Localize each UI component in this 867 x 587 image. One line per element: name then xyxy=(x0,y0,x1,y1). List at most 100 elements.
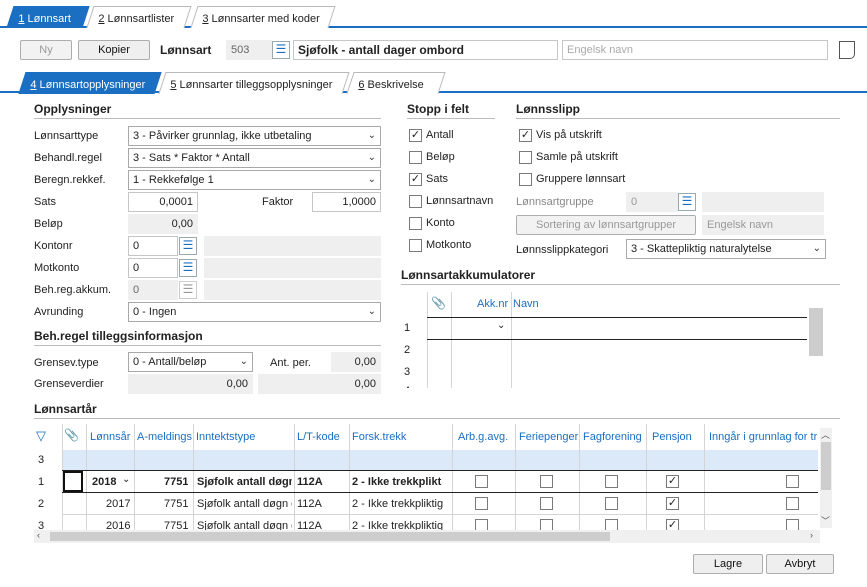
checkbox-gruppere[interactable] xyxy=(519,173,532,186)
cell-year[interactable]: 2016 xyxy=(106,520,130,530)
checkbox-fagforening[interactable] xyxy=(605,519,618,530)
cell-lt-kode[interactable]: 112A xyxy=(297,498,322,510)
cell-forsk-trekk[interactable]: 2 - Ikke trekkpliktig xyxy=(352,498,450,510)
sortering-button[interactable]: Sortering av lønnsartgrupper xyxy=(516,215,696,235)
kategori-select[interactable]: 3 - Skattepliktig naturalytelse ⌄ xyxy=(626,239,826,259)
checkbox-feriepenger[interactable] xyxy=(540,519,553,530)
lookup-icon[interactable]: ☰ xyxy=(272,41,290,59)
checkbox-arb-g-avg[interactable] xyxy=(475,497,488,510)
tab-beskrivelse[interactable]: 6 Beskrivelse xyxy=(346,72,446,94)
kontonr-field[interactable]: 0 xyxy=(128,236,178,256)
scroll-left-icon[interactable]: ‹ xyxy=(37,530,40,540)
checkbox-pensjon[interactable]: ✓ xyxy=(666,519,679,530)
tab-lonnsartopplysninger[interactable]: 4 Lønnsartopplysninger xyxy=(18,72,162,94)
vertical-scrollbar[interactable]: ︿ ﹀ xyxy=(820,428,832,528)
cell-forsk-trekk[interactable]: 2 - Ikke trekkplikt xyxy=(352,476,450,488)
checkbox-motkonto[interactable] xyxy=(409,239,422,252)
col-navn[interactable]: Navn xyxy=(513,298,539,310)
scrollbar-thumb[interactable] xyxy=(50,532,610,541)
cell-lt-kode[interactable]: 112A xyxy=(297,520,322,530)
checkbox-samle[interactable] xyxy=(519,151,532,164)
col-lonnsar[interactable]: Lønnsår xyxy=(90,431,130,443)
lonnsart-number[interactable]: 503 xyxy=(226,40,272,60)
new-button[interactable]: Ny xyxy=(20,40,72,60)
col-fagforening[interactable]: Fagforening xyxy=(583,431,642,443)
checkbox-konto[interactable] xyxy=(409,217,422,230)
lookup-icon[interactable]: ☰ xyxy=(678,193,696,211)
grid-line xyxy=(427,292,428,388)
cancel-button[interactable]: Avbryt xyxy=(766,554,834,574)
scrollbar-thumb[interactable] xyxy=(809,308,823,356)
chevron-down-icon[interactable]: ⌄ xyxy=(497,320,505,331)
cell-a-meldings[interactable]: 7751 xyxy=(164,520,188,530)
belop-field: 0,00 xyxy=(128,214,198,234)
tab-lonnsartlister[interactable]: 2 Lønnsartlister xyxy=(86,6,192,28)
checkbox-belop[interactable] xyxy=(409,151,422,164)
cell-a-meldings[interactable]: 7751 xyxy=(164,476,188,488)
lonnsarttype-select[interactable]: 3 - Påvirker grunnlag, ikke utbetaling ⌄ xyxy=(128,126,381,146)
row-selector[interactable] xyxy=(63,471,83,492)
checkbox-inngar[interactable] xyxy=(786,475,799,488)
save-button[interactable]: Lagre xyxy=(693,554,763,574)
checkbox-lonnsartnavn[interactable] xyxy=(409,195,422,208)
checkbox-arb-g-avg[interactable] xyxy=(475,519,488,530)
lookup-icon[interactable]: ☰ xyxy=(179,259,197,277)
checkbox-fagforening[interactable] xyxy=(605,497,618,510)
cell-inntektstype[interactable]: Sjøfolk antall døgn o xyxy=(197,520,292,530)
chevron-down-icon[interactable]: ⌄ xyxy=(122,474,130,485)
col-feriepenger[interactable]: Feriepenger xyxy=(519,431,578,443)
filter-icon[interactable]: ▽ xyxy=(36,428,46,444)
col-arb-g-avg[interactable]: Arb.g.avg. xyxy=(458,431,508,443)
checkbox-fagforening[interactable] xyxy=(605,475,618,488)
scrollbar-thumb[interactable] xyxy=(821,442,831,490)
checkbox-arb-g-avg[interactable] xyxy=(475,475,488,488)
table-row[interactable]: 1 2018 ⌄ 7751 Sjøfolk antall døgn 112A 2… xyxy=(34,471,818,492)
col-forsk-trekk[interactable]: Forsk.trekk xyxy=(352,431,406,443)
checkbox-antall[interactable]: ✓ xyxy=(409,129,422,142)
cell-inntektstype[interactable]: Sjøfolk antall døgn o xyxy=(197,498,292,510)
lonnsart-name-field[interactable]: Sjøfolk - antall dager ombord xyxy=(293,40,558,60)
copy-button[interactable]: Kopier xyxy=(78,40,150,60)
scroll-down-icon[interactable]: ﹀ xyxy=(821,514,830,527)
tab-lonnsart[interactable]: 1 Lønnsart xyxy=(6,6,90,28)
checkbox-sats[interactable]: ✓ xyxy=(409,173,422,186)
scroll-right-icon[interactable]: › xyxy=(810,530,813,540)
sats-field[interactable]: 0,0001 xyxy=(128,192,198,212)
checkbox-label: Lønnsartnavn xyxy=(426,195,494,207)
scroll-up-icon[interactable]: ︿ xyxy=(821,428,830,441)
motkonto-field[interactable]: 0 xyxy=(128,258,178,278)
checkbox-feriepenger[interactable] xyxy=(540,497,553,510)
col-inngar-grunnlag[interactable]: Inngår i grunnlag for tr xyxy=(709,431,817,443)
beregn-select[interactable]: 1 - Rekkefølge 1 ⌄ xyxy=(128,170,381,190)
col-lt-kode[interactable]: L/T-kode xyxy=(297,431,340,443)
checkbox-inngar[interactable] xyxy=(786,519,799,530)
behandl-select[interactable]: 3 - Sats * Faktor * Antall ⌄ xyxy=(128,148,381,168)
cell-year[interactable]: 2018 xyxy=(92,476,116,488)
col-akknr[interactable]: Akk.nr xyxy=(477,298,508,310)
horizontal-scrollbar[interactable]: ‹ › xyxy=(34,530,820,543)
table-row[interactable]: 2 2017 7751 Sjøfolk antall døgn o 112A 2… xyxy=(34,493,818,514)
table-row[interactable]: 3 2016 7751 Sjøfolk antall døgn o 112A 2… xyxy=(34,515,818,530)
tab-tilleggsopplysninger[interactable]: 5 Lønnsarter tilleggsopplysninger xyxy=(158,72,350,94)
cell-lt-kode[interactable]: 112A xyxy=(297,476,323,488)
checkbox-vis-pa-utskrift[interactable]: ✓ xyxy=(519,129,532,142)
faktor-field[interactable]: 1,0000 xyxy=(312,192,381,212)
avrunding-select[interactable]: 0 - Ingen ⌄ xyxy=(128,302,381,322)
tab-lonnsarter-med-koder[interactable]: 3 Lønnsarter med koder xyxy=(190,6,336,28)
cell-year[interactable]: 2017 xyxy=(106,498,130,510)
lookup-icon[interactable]: ☰ xyxy=(179,237,197,255)
checkbox-feriepenger[interactable] xyxy=(540,475,553,488)
checkbox-pensjon[interactable]: ✓ xyxy=(666,497,679,510)
grenseverdier-label: Grenseverdier xyxy=(34,378,104,390)
cell-forsk-trekk[interactable]: 2 - Ikke trekkpliktig xyxy=(352,520,450,530)
col-inntektstype[interactable]: Inntektstype xyxy=(196,431,255,443)
col-a-meldings[interactable]: A-meldings xyxy=(137,431,192,443)
checkbox-pensjon[interactable]: ✓ xyxy=(666,475,679,488)
grensev-type-select[interactable]: 0 - Antall/beløp ⌄ xyxy=(128,352,253,372)
col-pensjon[interactable]: Pensjon xyxy=(652,431,692,443)
english-name-field[interactable]: Engelsk navn xyxy=(562,40,828,60)
cell-a-meldings[interactable]: 7751 xyxy=(164,498,188,510)
note-icon[interactable] xyxy=(839,41,855,59)
cell-inntektstype[interactable]: Sjøfolk antall døgn xyxy=(197,476,292,488)
checkbox-inngar[interactable] xyxy=(786,497,799,510)
